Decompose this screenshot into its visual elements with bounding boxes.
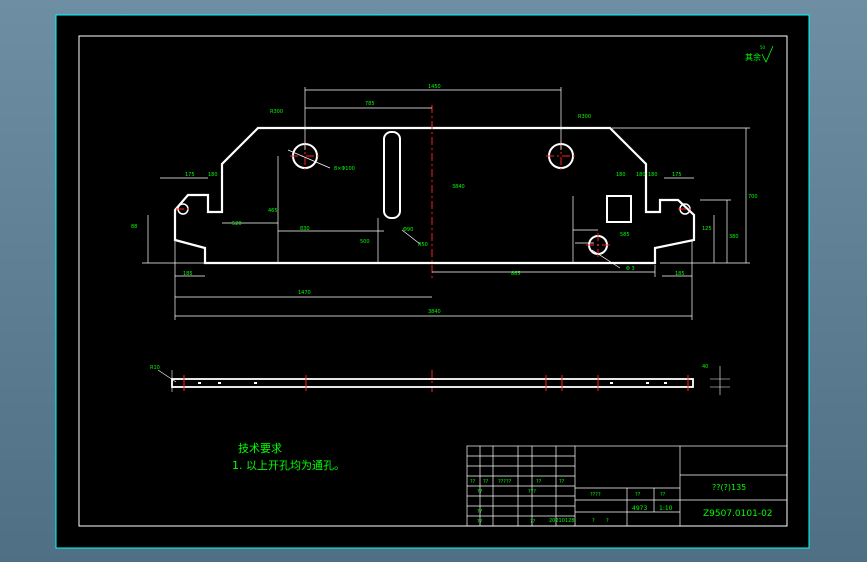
tb-cell-4: ??	[559, 479, 565, 485]
scale: 1:10	[659, 505, 673, 512]
date: 20210128	[549, 518, 574, 524]
dim-slot-r: R50	[418, 242, 428, 248]
tb-cell-0: ??	[470, 479, 476, 485]
roughness-mark: 其余	[745, 52, 761, 62]
weight: 4973	[632, 505, 647, 512]
dim-corner-right: R300	[578, 114, 591, 120]
dim-left-top2: 180	[208, 172, 218, 178]
tb-cell-11: ??	[477, 519, 483, 525]
dim-side: 88	[131, 224, 137, 230]
tb-cell-9: ??	[660, 492, 666, 498]
roughness-value: 50	[760, 45, 766, 50]
dim-top-left: 785	[365, 101, 375, 107]
sheet-background	[55, 14, 810, 549]
dim-right-low1: 185	[675, 271, 685, 277]
dim-inner-height: 465	[268, 208, 278, 214]
dim-center-label: 3840	[452, 184, 465, 190]
dim-right-top2: 180	[648, 172, 658, 178]
dim-bottom-small: Φ 3	[626, 266, 635, 272]
tb-cell-14: ?	[606, 518, 609, 524]
dim-right-part: 865	[511, 271, 521, 277]
dim-right-height2: 380	[729, 234, 739, 240]
dim-slot-label: Φ90	[403, 227, 413, 233]
dim-side2: 125	[702, 226, 712, 232]
dim-thick: 40	[702, 364, 708, 370]
cad-drawing: 1450 785 R300 R300 8×Φ100 3840 3840 1470…	[55, 14, 810, 549]
tb-cell-3: ??	[536, 479, 542, 485]
dim-side-label: R10	[150, 365, 160, 371]
tb-cell-8: ??	[635, 492, 641, 498]
cad-viewport: 1450 785 R300 R300 8×Φ100 3840 3840 1470…	[0, 0, 867, 562]
dim-right-mid1: 180	[616, 172, 626, 178]
dim-corner-left: R300	[270, 109, 283, 115]
tech-requirements-item: 1. 以上开孔均为通孔。	[232, 459, 345, 472]
dim-left-part: 1470	[298, 290, 311, 296]
tb-cell-12: ??	[530, 519, 536, 525]
dim-left-low1: 185	[183, 271, 193, 277]
part-name: ??(?)135	[712, 483, 746, 492]
dim-right-mid2: 180	[636, 172, 646, 178]
dim-right-height: 700	[748, 194, 758, 200]
dim-overall-bottom: 3840	[428, 309, 441, 315]
tb-cell-5: ??	[477, 489, 483, 495]
dim-left-inner2: 830	[300, 226, 310, 232]
dim-right-top: 175	[672, 172, 682, 178]
dim-hole-label: 8×Φ100	[334, 166, 355, 172]
drawing-number: Z9507.0101-02	[703, 509, 773, 519]
dim-b-center: 585	[620, 232, 630, 238]
dim-b-left: 500	[360, 239, 370, 245]
tb-cell-7: ????	[590, 492, 601, 498]
tb-cell-10: ??	[477, 509, 483, 515]
dim-left-top: 175	[185, 172, 195, 178]
dim-left-inner: 520	[232, 221, 242, 227]
tb-cell-2: ?????	[498, 479, 512, 485]
tb-cell-6: ???	[528, 489, 536, 495]
tb-cell-13: ?	[592, 518, 595, 524]
tb-cell-1: ??	[483, 479, 489, 485]
dim-top-total: 1450	[428, 84, 441, 90]
tech-requirements-title: 技术要求	[238, 442, 282, 455]
